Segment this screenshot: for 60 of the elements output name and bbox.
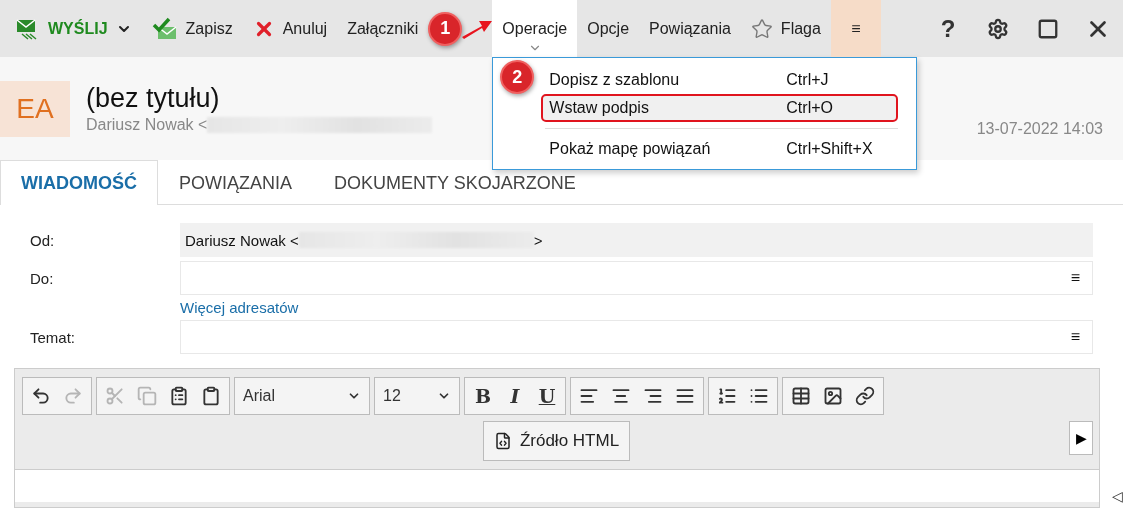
maximize-icon[interactable] [1037,17,1059,40]
cancel-button[interactable]: Anuluj [242,0,338,57]
bold-button[interactable]: B [467,379,499,413]
subject-field[interactable]: ≡ [180,320,1093,354]
sender-name: Dariusz Nowak < [86,116,208,134]
image-icon [823,386,843,406]
toolbar-menu-item[interactable]: Powiązania [639,0,741,57]
menu-item[interactable]: Wstaw podpis Ctrl+O [541,94,899,122]
message-title: (bez tytułu) [86,83,221,114]
menu-item[interactable]: Dopisz z szablonu Ctrl+J [541,66,899,94]
sender-name: Dariusz Nowak < [185,231,299,249]
redo-icon [63,386,83,406]
italic-button[interactable]: I [499,379,531,413]
undo-icon [31,386,51,406]
underline-button[interactable]: U [531,379,563,413]
field-label: Od: [30,231,55,249]
avatar: EA [0,80,70,137]
collapse-button[interactable]: ◁ [1112,488,1123,504]
align-right-icon [643,386,663,406]
font-select[interactable]: Arial [237,379,367,413]
step-badge: 2 [500,60,535,94]
step-badge: 1 [428,11,463,46]
menu-item[interactable]: Pokaż mapę powiązań Ctrl+Shift+X [541,135,899,163]
tab[interactable]: POWIĄZANIA [158,160,313,205]
annotation-arrow [462,18,493,39]
field-label: Do: [30,269,54,287]
star-icon [750,17,773,40]
more-recipients-link[interactable]: Więcej adresatów [180,299,299,316]
more-tools-button[interactable]: ▶ [1069,421,1093,455]
message-date: 13-07-2022 14:03 [976,120,1103,138]
toolbar-menu-item[interactable]: Opcje [577,0,640,57]
settings-icon[interactable] [987,17,1009,40]
font-size-select[interactable]: 12 [377,379,457,413]
menu-button[interactable]: ≡ [830,0,881,57]
bracket-text: > [533,231,543,249]
bullet-list-icon [749,386,769,406]
align-justify-icon [675,386,695,406]
toolbar-menu-item[interactable]: Załączniki [337,0,429,57]
save-button[interactable]: Zapisz [141,0,243,57]
html-source-button[interactable]: Źródło HTML [482,421,631,461]
align-center-icon [611,386,631,406]
copy-icon [137,386,157,406]
code-file-icon [493,432,512,450]
align-left-icon [579,386,599,406]
menu-icon[interactable]: ≡ [1070,269,1080,287]
clipboard-icon [201,386,221,406]
tab[interactable]: DOKUMENTY SKOJARZONE [313,160,597,205]
clipboard-icon [169,386,189,406]
send-button[interactable]: WYŚLIJ [6,0,142,57]
menu-icon[interactable]: ≡ [1070,328,1080,346]
help-button[interactable]: ? [923,0,973,57]
scissors-icon [105,386,125,406]
recipient-field[interactable]: ≡ [180,261,1093,295]
table-icon [791,386,811,406]
envelope-check-icon [151,16,178,41]
field-label: Temat: [30,328,75,346]
numbered-list-icon [717,386,737,406]
link-icon [855,386,875,406]
flag-button[interactable]: Flaga [740,0,831,57]
tab[interactable]: WIADOMOŚĆ [0,160,158,205]
